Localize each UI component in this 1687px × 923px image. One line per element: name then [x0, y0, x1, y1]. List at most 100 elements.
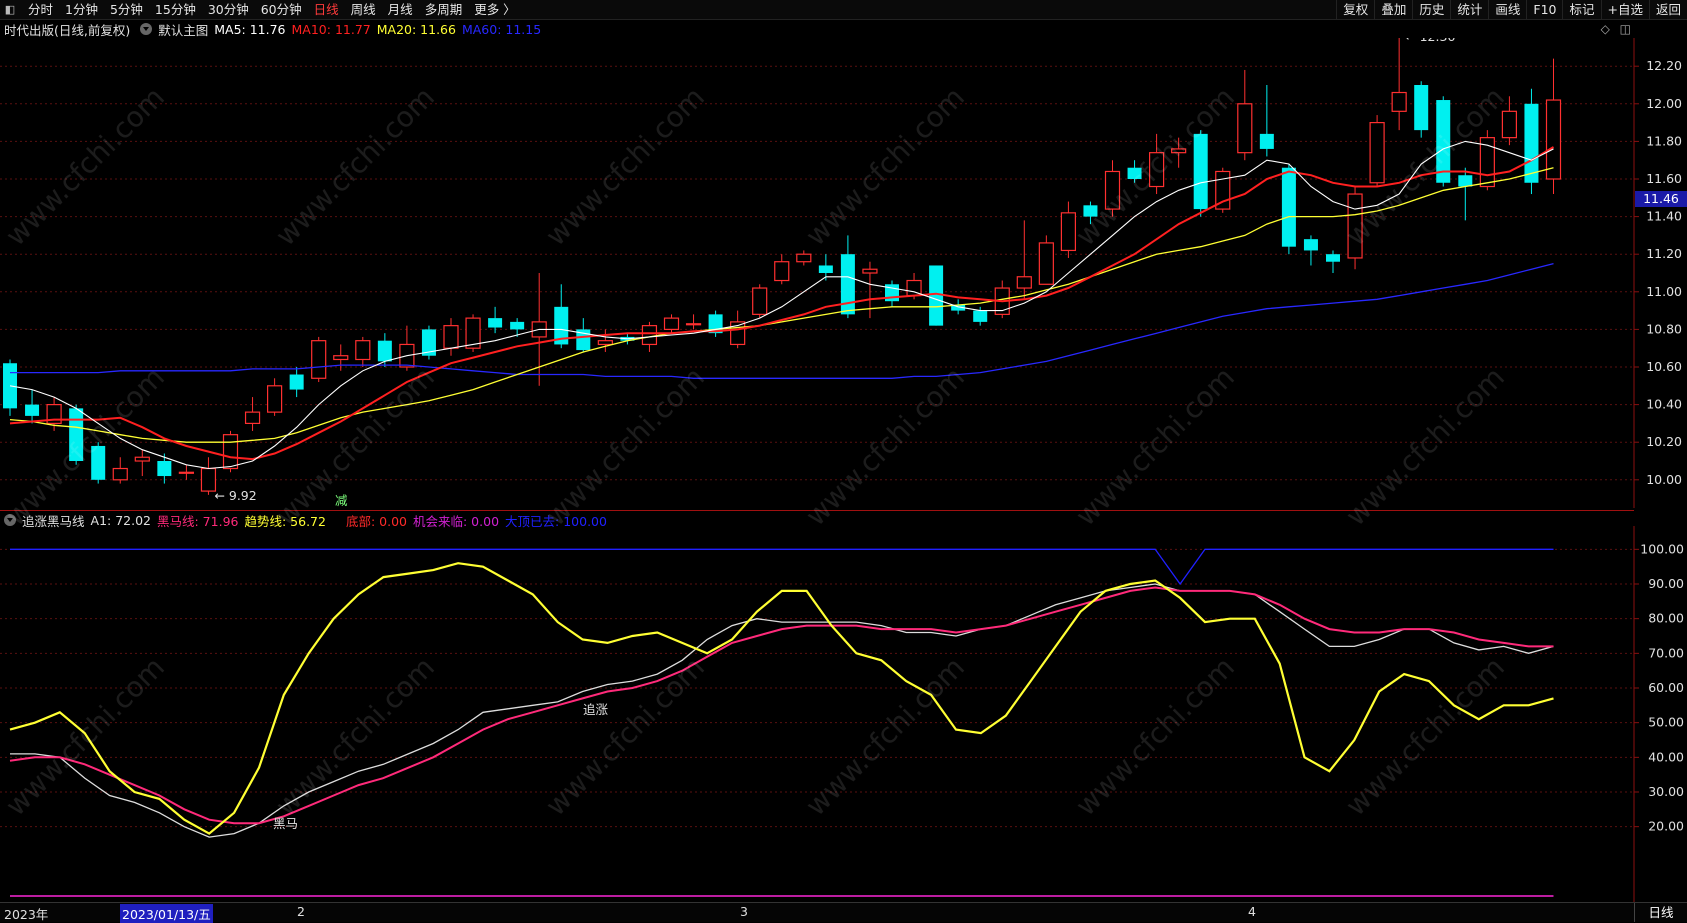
- toolbar-button-0[interactable]: 复权: [1336, 0, 1374, 19]
- candle-up: [134, 456, 150, 462]
- toolbar-button-8[interactable]: 返回: [1648, 0, 1687, 19]
- toolbar-button-7[interactable]: +自选: [1600, 0, 1649, 19]
- window-menu-icon[interactable]: ◧: [2, 2, 18, 18]
- candle-up: [1237, 103, 1253, 154]
- candle-down: [25, 404, 40, 416]
- candle-up: [244, 411, 261, 424]
- candle-up: [1391, 91, 1407, 112]
- candle-up: [1016, 276, 1032, 289]
- diamond-icon[interactable]: ◇: [1601, 22, 1610, 36]
- candle-up: [112, 467, 128, 481]
- y-tick-label: 50.00: [1648, 715, 1684, 730]
- candle-down: [91, 445, 106, 480]
- series-line: [9, 562, 1554, 835]
- tab-9[interactable]: 多周期: [419, 0, 469, 19]
- candle-up: [1501, 110, 1518, 139]
- candle-down: [1193, 133, 1208, 210]
- tab-0[interactable]: 分时: [22, 0, 59, 19]
- y-tick-label: 80.00: [1648, 611, 1684, 626]
- main-chart-legend: 时代出版(日线,前复权) 默认主图 MA5: 11.76 MA10: 11.77…: [0, 20, 547, 38]
- tab-10[interactable]: 更多 〉: [468, 0, 521, 19]
- indicator-dropdown-icon[interactable]: [4, 514, 16, 526]
- ma5-value: MA5: 11.76: [214, 21, 286, 37]
- period-tabs: 分时 1分钟 5分钟 15分钟 30分钟 60分钟 日线 周线 月线 多周期 更多 〉: [22, 0, 522, 19]
- candle-up: [1148, 152, 1165, 188]
- high-annotation: ← 12.36: [1405, 38, 1455, 44]
- y-tick-label: 70.00: [1648, 645, 1684, 660]
- tab-6[interactable]: 日线: [308, 0, 345, 19]
- period-indicator[interactable]: 日线: [1634, 903, 1687, 922]
- y-tick-label: 11.80: [1646, 133, 1682, 148]
- y-tick-label: 10.80: [1646, 321, 1682, 336]
- candle-down: [510, 321, 525, 330]
- candle-down: [1281, 167, 1296, 247]
- candle-down: [1414, 85, 1429, 131]
- ma5-line: [9, 140, 1554, 470]
- window-icon[interactable]: ◫: [1620, 22, 1631, 36]
- ma10-value: MA10: 11.77: [291, 21, 371, 37]
- candle-down: [289, 374, 304, 390]
- y-tick-label: 60.00: [1648, 680, 1684, 695]
- period-toolbar: ◧ 分时 1分钟 5分钟 15分钟 30分钟 60分钟 日线 周线 月线 多周期 更多 〉 复权 叠加…: [0, 0, 1687, 20]
- tab-4[interactable]: 30分钟: [202, 0, 255, 19]
- candle-down: [1524, 103, 1539, 183]
- zhuizhang-annotation: 追涨: [583, 702, 609, 717]
- jian-marker: 减: [335, 493, 348, 508]
- candle-down: [1458, 175, 1473, 187]
- y-tick-label: 20.00: [1648, 819, 1684, 834]
- tab-7[interactable]: 周线: [345, 0, 382, 19]
- candle-down: [973, 310, 988, 322]
- candle-down: [1303, 239, 1318, 251]
- candle-down: [1259, 133, 1274, 149]
- candle-up: [1347, 193, 1363, 259]
- y-tick-label: 10.20: [1646, 434, 1682, 449]
- tab-8[interactable]: 月线: [382, 0, 419, 19]
- y-tick-label: 11.40: [1646, 209, 1682, 224]
- toolbar-right-tabs: 复权 叠加 历史 统计 画线 F10 标记 +自选 返回: [1336, 0, 1687, 19]
- ma20-value: MA20: 11.66: [376, 21, 456, 37]
- toolbar-button-2[interactable]: 历史: [1412, 0, 1450, 19]
- candle-up: [752, 287, 768, 315]
- candle-down: [929, 265, 944, 326]
- y-tick-label: 12.00: [1646, 96, 1682, 111]
- candle-down: [1127, 167, 1142, 179]
- tab-3[interactable]: 15分钟: [149, 0, 202, 19]
- tab-5[interactable]: 60分钟: [255, 0, 308, 19]
- candle-up: [443, 325, 459, 349]
- candle-down: [69, 408, 84, 461]
- series-line: [9, 586, 1554, 825]
- toolbar-button-1[interactable]: 叠加: [1374, 0, 1412, 19]
- candle-down: [840, 254, 855, 315]
- candle-up: [200, 467, 217, 492]
- candle-up: [1038, 242, 1054, 285]
- date-axis-bar: 2023年 2023/01/13/五 2 3 4 日线: [0, 902, 1687, 923]
- y-tick-label: 10.60: [1646, 359, 1682, 374]
- template-dropdown-icon[interactable]: [140, 23, 153, 35]
- template-name[interactable]: 默认主图: [158, 20, 208, 39]
- tab-1[interactable]: 1分钟: [59, 0, 104, 19]
- candlestick-chart[interactable]: 10.00 10.20 10.40 10.60 10.80 11.00 11.20 11.40…: [0, 38, 1687, 508]
- month-feb-label: 2: [297, 904, 305, 919]
- year-label: 2023年: [4, 907, 49, 922]
- indicator-chart[interactable]: 20.00 30.00 40.00 50.00 60.00 70.00 80.00 90.00…: [0, 526, 1687, 902]
- month-mar-label: 3: [740, 904, 748, 919]
- toolbar-button-3[interactable]: 统计: [1450, 0, 1488, 19]
- ma60-value: MA60: 11.15: [461, 21, 542, 37]
- candle-up: [267, 385, 283, 413]
- tab-2[interactable]: 5分钟: [104, 0, 149, 19]
- y-tick-label: 10.00: [1646, 472, 1682, 487]
- month-apr-label: 4: [1248, 904, 1256, 919]
- candle-up: [1171, 148, 1187, 154]
- candle-up: [796, 253, 812, 263]
- toolbar-button-6[interactable]: 标记: [1562, 0, 1600, 19]
- y-tick-label: 30.00: [1648, 784, 1684, 799]
- candle-up: [311, 340, 327, 379]
- ma20-line: [9, 167, 1554, 443]
- toolbar-button-5[interactable]: F10: [1526, 0, 1562, 19]
- y-tick-label: 12.20: [1646, 58, 1682, 73]
- candle-up: [641, 325, 658, 346]
- candle-up: [774, 261, 790, 282]
- toolbar-button-4[interactable]: 画线: [1488, 0, 1526, 19]
- chart-corner-icons: ◇ ◫: [1601, 22, 1631, 36]
- y-tick-label: 100.00: [1640, 541, 1684, 556]
